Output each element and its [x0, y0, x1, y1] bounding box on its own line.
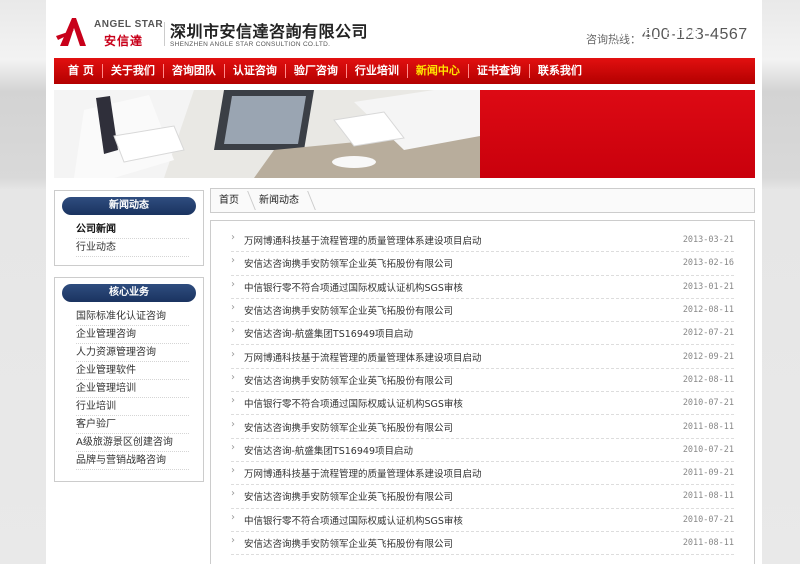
news-title[interactable]: 万网博通科技基于流程管理的质量管理体系建设项目启动 [231, 349, 482, 364]
news-date: 2013-01-21 [682, 281, 734, 292]
sidebar-business-box: 核心业务 国际标准化认证咨询 企业管理咨询 人力资源管理咨询 企业管理软件 企业管理培训… [54, 277, 204, 482]
news-row[interactable]: 万网博通科技基于流程管理的质量管理体系建设项目启动 2013-03-21 [231, 229, 734, 253]
news-row[interactable]: 万网博通科技基于流程管理的质量管理体系建设项目启动 2012-09-21 [231, 345, 734, 369]
news-date: 2012-08-11 [682, 305, 734, 316]
news-row[interactable]: 安信达咨询携手安防领军企业英飞拓股份有限公司 2012-08-11 [231, 299, 734, 323]
logo-chinese: 安信達 [104, 34, 144, 48]
news-row[interactable]: 安信达咨询携手安防领军企业英飞拓股份有限公司 2011-08-11 [231, 485, 734, 509]
news-title[interactable]: 安信达咨询-航盛集团TS16949项目启动 [231, 442, 413, 457]
news-date: 2012-07-21 [682, 328, 734, 339]
news-title[interactable]: 中信银行零不符合项通过国际权威认证机构SGS审核 [231, 279, 463, 294]
news-date: 2013-03-21 [682, 235, 734, 246]
news-date: 2011-08-11 [682, 491, 734, 502]
news-title[interactable]: 安信达咨询携手安防领军企业英飞拓股份有限公司 [231, 372, 453, 387]
news-list: 万网博通科技基于流程管理的质量管理体系建设项目启动 2013-03-21 安信达咨询… [210, 220, 755, 564]
news-title[interactable]: 万网博通科技基于流程管理的质量管理体系建设项目启动 [231, 232, 482, 247]
news-row[interactable]: 安信达咨询-航盛集团TS16949项目启动 2010-07-21 [231, 439, 734, 462]
news-title[interactable]: 中信银行零不符合项通过国际权威认证机构SGS审核 [231, 395, 463, 410]
news-title[interactable]: 安信达咨询-航盛集团TS16949项目启动 [231, 325, 413, 340]
news-title[interactable]: 中信银行零不符合项通过国际权威认证机构SGS审核 [231, 512, 463, 527]
news-date: 2010-07-21 [682, 514, 734, 525]
banner [54, 90, 755, 178]
news-row[interactable]: 中信银行零不符合项通过国际权威认证机构SGS审核 2010-07-21 [231, 392, 734, 416]
news-date: 2011-08-11 [682, 538, 734, 548]
nav-item-6[interactable]: 新闻中心 [408, 58, 468, 84]
sidebar-business-item-2[interactable]: 人力资源管理咨询 [76, 344, 189, 362]
company-name-english: SHENZHEN ANGLE STAR CONSULTION CO.LTD. [170, 41, 331, 48]
news-date: 2010-07-21 [682, 398, 734, 409]
banner-english-slogan: ANGEL STAR [614, 26, 701, 41]
news-row[interactable]: 中信银行零不符合项通过国际权威认证机构SGS审核 2013-01-21 [231, 276, 734, 299]
news-title[interactable]: 安信达咨询携手安防领军企业英飞拓股份有限公司 [231, 419, 453, 434]
breadcrumb-item-0[interactable]: 首页 [211, 189, 251, 212]
news-row[interactable]: 安信达咨询携手安防领军企业英飞拓股份有限公司 2011-08-11 [231, 415, 734, 439]
sidebar-news-item-1[interactable]: 行业动态 [76, 239, 189, 257]
sidebar-news-list: 公司新闻 行业动态 [55, 219, 203, 263]
news-date: 2010-07-21 [682, 444, 734, 455]
news-row[interactable]: 安信达咨询携手安防领军企业英飞拓股份有限公司 2011-08-11 [231, 532, 734, 556]
news-date: 2013-02-16 [682, 258, 734, 269]
news-title[interactable]: 安信达咨询携手安防领军企业英飞拓股份有限公司 [231, 535, 453, 550]
banner-chinese-slogan: 提升管理，爲客戶創造價值 [549, 45, 712, 60]
nav-item-3[interactable]: 认证咨询 [225, 58, 285, 84]
sidebar-business-item-3[interactable]: 企业管理软件 [76, 362, 189, 380]
sidebar-business-item-1[interactable]: 企业管理咨询 [76, 326, 189, 344]
sidebar-business-item-8[interactable]: 品牌与营销战略咨询 [76, 452, 189, 470]
breadcrumb: 首页 新闻动态 [210, 188, 755, 213]
news-title[interactable]: 安信达咨询携手安防领军企业英飞拓股份有限公司 [231, 488, 453, 503]
logo-english: ANGEL STAR [94, 19, 164, 30]
sidebar-business-title: 核心业务 [62, 284, 196, 302]
sidebar-news-title: 新闻动态 [62, 197, 196, 215]
sidebar-business-item-7[interactable]: A级旅游景区创建咨询 [76, 434, 189, 452]
news-row[interactable]: 中信银行零不符合项通过国际权威认证机构SGS审核 2010-07-21 [231, 509, 734, 532]
news-row[interactable]: 安信达咨询携手安防领军企业英飞拓股份有限公司 2012-08-11 [231, 369, 734, 393]
nav-item-5[interactable]: 行业培训 [347, 58, 407, 84]
news-title[interactable]: 安信达咨询携手安防领军企业英飞拓股份有限公司 [231, 255, 453, 270]
banner-office-photo [54, 90, 480, 178]
breadcrumb-item-1[interactable]: 新闻动态 [251, 189, 311, 212]
news-row[interactable]: 安信达咨询-航盛集团TS16949项目启动 2012-07-21 [231, 322, 734, 346]
news-date: 2011-08-11 [682, 421, 734, 432]
sidebar-business-item-0[interactable]: 国际标准化认证咨询 [76, 308, 189, 326]
news-date: 2011-09-21 [682, 468, 734, 479]
sidebar-news-item-0[interactable]: 公司新闻 [76, 221, 189, 239]
company-name: 深圳市安信達咨詢有限公司 [170, 22, 369, 41]
sidebar-business-item-6[interactable]: 客户验厂 [76, 416, 189, 434]
sidebar-business-item-4[interactable]: 企业管理培训 [76, 380, 189, 398]
nav-item-2[interactable]: 咨询团队 [164, 58, 224, 84]
sidebar-business-item-5[interactable]: 行业培训 [76, 398, 189, 416]
news-date: 2012-09-21 [682, 351, 734, 362]
sidebar-business-list: 国际标准化认证咨询 企业管理咨询 人力资源管理咨询 企业管理软件 企业管理培训 行业培训客… [55, 306, 203, 476]
news-row[interactable]: 万网博通科技基于流程管理的质量管理体系建设项目启动 2011-09-21 [231, 462, 734, 486]
sidebar-news-box: 新闻动态 公司新闻 行业动态 [54, 190, 204, 266]
news-title[interactable]: 安信达咨询携手安防领军企业英飞拓股份有限公司 [231, 302, 453, 317]
news-date: 2012-08-11 [682, 374, 734, 385]
banner-photo-illustration [54, 90, 480, 178]
nav-item-1[interactable]: 关于我们 [103, 58, 163, 84]
news-title[interactable]: 万网博通科技基于流程管理的质量管理体系建设项目启动 [231, 465, 482, 480]
page-wrapper: ANGEL STAR 安信達 深圳市安信達咨詢有限公司 SHENZHEN ANG… [46, 0, 762, 564]
angel-star-logo-icon[interactable] [56, 16, 90, 48]
news-row[interactable]: 安信达咨询携手安防领军企业英飞拓股份有限公司 2013-02-16 [231, 252, 734, 276]
main-nav: 首 页关于我们 咨询团队 认证咨询 验厂咨询 行业培训 新闻中心 证书查询 联系我们 [54, 58, 755, 84]
nav-item-8[interactable]: 联系我们 [530, 58, 590, 84]
logo-divider [164, 22, 165, 46]
banner-slogan-panel [480, 90, 755, 178]
nav-item-7[interactable]: 证书查询 [469, 58, 529, 84]
nav-item-4[interactable]: 验厂咨询 [286, 58, 346, 84]
nav-item-0[interactable]: 首 页 [60, 58, 102, 84]
